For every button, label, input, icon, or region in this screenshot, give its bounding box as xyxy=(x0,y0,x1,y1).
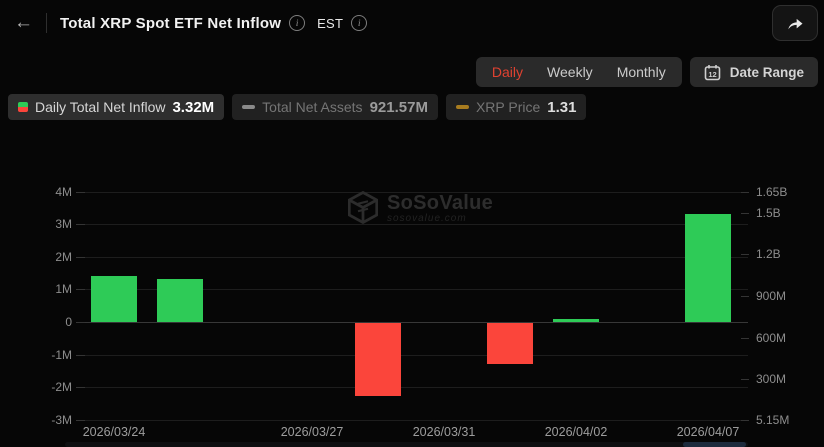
x-axis-label: 2026/04/02 xyxy=(531,425,621,439)
y2-axis-tick xyxy=(741,213,749,214)
y-axis-tick xyxy=(76,322,85,323)
y-axis-label: 4M xyxy=(18,185,72,199)
y-axis-tick xyxy=(76,420,85,421)
x-axis-label: 2026/04/07 xyxy=(663,425,753,439)
y-axis-label: -1M xyxy=(18,348,72,362)
y-axis-tick xyxy=(76,289,85,290)
chart-scrollbar-thumb[interactable] xyxy=(683,442,746,447)
y2-axis-label: 1.5B xyxy=(756,206,818,220)
y2-axis-label: 300M xyxy=(756,372,818,386)
gridline xyxy=(81,192,748,193)
bar[interactable] xyxy=(157,279,203,322)
y-axis-label: 0 xyxy=(18,315,72,329)
y2-axis-tick xyxy=(741,338,749,339)
bar[interactable] xyxy=(685,214,731,322)
y2-axis-tick xyxy=(741,192,749,193)
y2-axis-label: 1.65B xyxy=(756,185,818,199)
y2-axis-label: 900M xyxy=(756,289,818,303)
bar[interactable] xyxy=(487,323,533,364)
y-axis-tick xyxy=(76,257,85,258)
y2-axis-tick xyxy=(741,420,749,421)
bar[interactable] xyxy=(91,276,137,322)
bar-chart: 4M 3M 2M 1M 0 -1M -2M -3M 1.65B 1.5B 1.2B 900M 600M 3… xyxy=(0,0,824,447)
x-axis-label: 2026/03/24 xyxy=(69,425,159,439)
y-axis-label: -3M xyxy=(18,413,72,427)
bar[interactable] xyxy=(355,323,401,396)
y-axis-label: 1M xyxy=(18,282,72,296)
y-axis-tick xyxy=(76,355,85,356)
y2-axis-tick xyxy=(741,296,749,297)
gridline xyxy=(81,387,748,388)
y2-axis-label: 5.15M xyxy=(756,413,818,427)
y-axis-tick xyxy=(76,387,85,388)
chart-scrollbar-track[interactable] xyxy=(65,442,748,447)
x-axis-label: 2026/03/27 xyxy=(267,425,357,439)
x-axis-label: 2026/03/31 xyxy=(399,425,489,439)
y-axis-label: 3M xyxy=(18,217,72,231)
y2-axis-label: 600M xyxy=(756,331,818,345)
gridline xyxy=(81,322,748,323)
gridline xyxy=(81,257,748,258)
gridline xyxy=(81,224,748,225)
gridline xyxy=(81,420,748,421)
y2-axis-tick xyxy=(741,254,749,255)
gridline xyxy=(81,355,748,356)
y-axis-label: 2M xyxy=(18,250,72,264)
bar[interactable] xyxy=(553,319,599,322)
y-axis-label: -2M xyxy=(18,380,72,394)
y-axis-tick xyxy=(76,192,85,193)
y-axis-tick xyxy=(76,224,85,225)
y2-axis-label: 1.2B xyxy=(756,247,818,261)
y2-axis-tick xyxy=(741,379,749,380)
